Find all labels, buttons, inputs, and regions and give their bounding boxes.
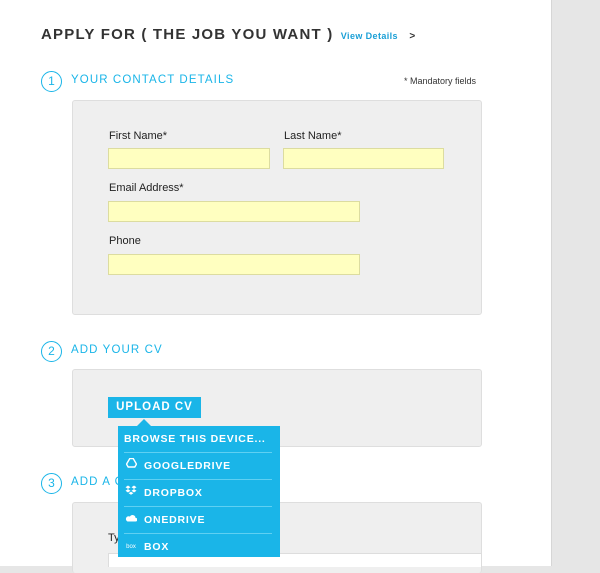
menu-item-box[interactable]: box BOX xyxy=(124,534,272,560)
last-name-input[interactable] xyxy=(283,148,444,169)
upload-cv-button[interactable]: UPLOAD CV xyxy=(108,397,201,418)
upload-source-menu: BROWSE THIS DEVICE... GOOGLEDRIVE DROPBO… xyxy=(118,426,280,557)
application-form-page: APPLY FOR ( THE JOB YOU WANT ) View Deta… xyxy=(0,0,552,573)
box-icon: box xyxy=(126,544,136,551)
email-input[interactable] xyxy=(108,201,360,222)
phone-input[interactable] xyxy=(108,254,360,275)
menu-item-label: ONEDRIVE xyxy=(144,514,206,526)
page-title-text: APPLY FOR ( THE JOB YOU WANT ) xyxy=(41,26,334,43)
view-details-link[interactable]: View Details xyxy=(341,31,398,41)
step-2-title: ADD YOUR CV xyxy=(71,344,163,356)
step-1-number: 1 xyxy=(41,71,62,92)
step-2-number: 2 xyxy=(41,341,62,362)
mandatory-note: * Mandatory fields xyxy=(404,76,477,86)
page-title: APPLY FOR ( THE JOB YOU WANT ) View Deta… xyxy=(41,26,416,43)
menu-item-label: BROWSE THIS DEVICE... xyxy=(124,433,266,445)
dropbox-icon xyxy=(124,480,138,506)
menu-caret xyxy=(137,419,151,426)
menu-item-googledrive[interactable]: GOOGLEDRIVE xyxy=(124,453,272,480)
onedrive-icon xyxy=(124,507,138,533)
first-name-label: First Name* xyxy=(109,130,168,142)
menu-item-browse-device[interactable]: BROWSE THIS DEVICE... xyxy=(124,426,272,453)
last-name-label: Last Name* xyxy=(284,130,342,142)
step-3-number: 3 xyxy=(41,473,62,494)
chevron-right-icon: > xyxy=(409,31,417,42)
menu-item-label: GOOGLEDRIVE xyxy=(144,460,231,472)
first-name-input[interactable] xyxy=(108,148,270,169)
googledrive-icon xyxy=(124,453,138,479)
menu-item-label: DROPBOX xyxy=(144,487,203,499)
email-label: Email Address* xyxy=(109,182,184,194)
phone-label: Phone xyxy=(109,235,141,247)
menu-item-label: BOX xyxy=(144,541,170,553)
menu-item-onedrive[interactable]: ONEDRIVE xyxy=(124,507,272,534)
step-1-title: YOUR CONTACT DETAILS xyxy=(71,74,235,86)
menu-item-dropbox[interactable]: DROPBOX xyxy=(124,480,272,507)
step-3-title: ADD A C xyxy=(71,476,125,488)
